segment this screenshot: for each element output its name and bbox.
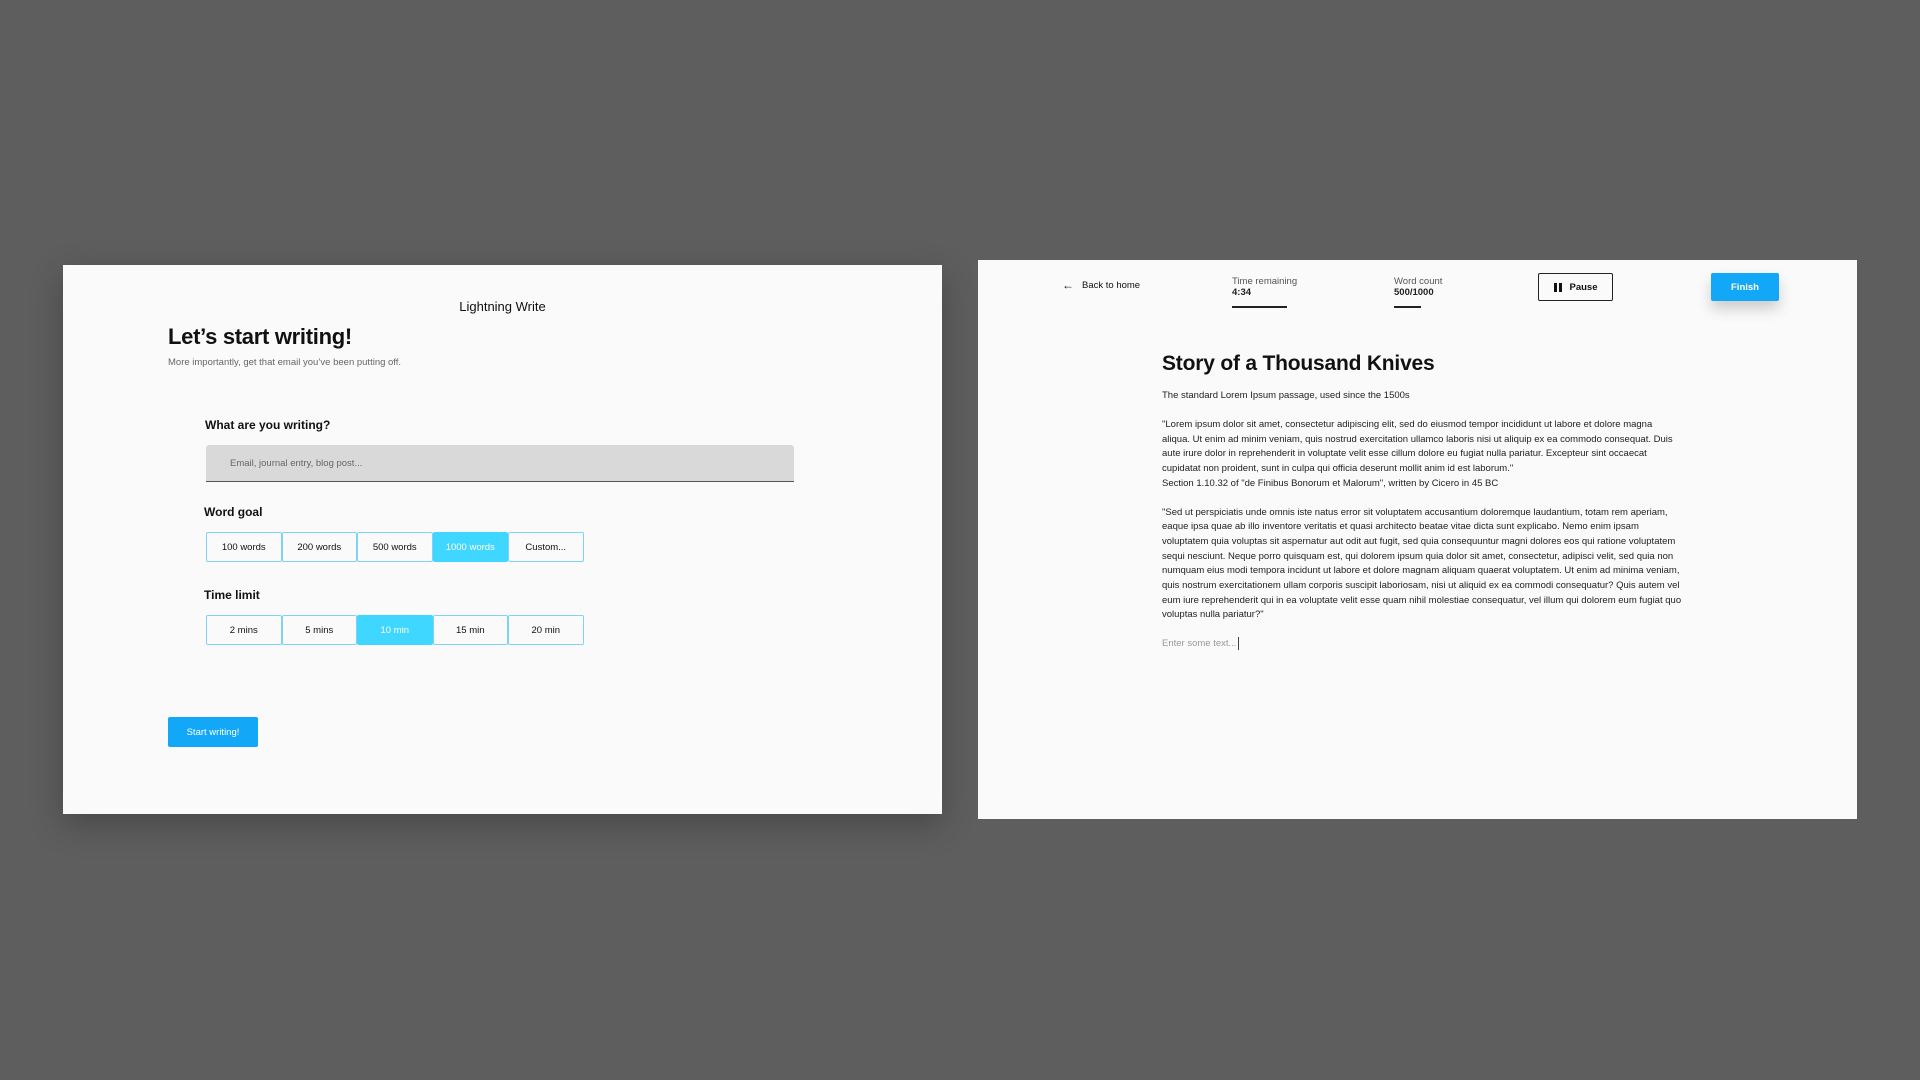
text-editor-input[interactable]: Enter some text... [1162, 637, 1682, 651]
page-heading: Let’s start writing! [168, 324, 352, 349]
writing-type-input[interactable] [206, 445, 794, 482]
back-to-home-label: Back to home [1082, 279, 1141, 291]
word-goal-option-200[interactable]: 200 words [281, 532, 357, 562]
editor-placeholder: Enter some text... [1162, 638, 1237, 650]
word-count-indicator [1394, 306, 1421, 308]
writing-type-label: What are you writing? [205, 418, 331, 432]
time-limit-option-15[interactable]: 15 min [432, 615, 508, 645]
time-limit-option-2[interactable]: 2 mins [206, 615, 282, 645]
document-subtitle: The standard Lorem Ipsum passage, used s… [1162, 390, 1410, 401]
writing-screen: ← Back to home Time remaining 4:34 Word … [978, 260, 1857, 819]
time-remaining-label: Time remaining [1232, 276, 1298, 287]
time-limit-option-10[interactable]: 10 min [357, 615, 433, 645]
pause-icon [1553, 282, 1562, 292]
back-to-home-link[interactable]: ← Back to home [1062, 278, 1140, 292]
text-caret [1238, 637, 1240, 651]
word-count-stat: Word count 500/1000 [1394, 276, 1442, 308]
word-goal-label: Word goal [204, 505, 263, 519]
time-limit-option-5[interactable]: 5 mins [281, 615, 357, 645]
pause-button[interactable]: Pause [1538, 273, 1613, 301]
document-paragraph: "Lorem ipsum dolor sit amet, consectetur… [1162, 419, 1673, 489]
arrow-left-icon: ← [1062, 278, 1074, 292]
time-remaining-indicator [1232, 306, 1287, 308]
word-goal-option-500[interactable]: 500 words [357, 532, 433, 562]
time-remaining-stat: Time remaining 4:34 [1232, 276, 1297, 308]
time-remaining-value: 4:34 [1232, 287, 1252, 298]
word-goal-option-100[interactable]: 100 words [206, 532, 282, 562]
page-subtitle: More importantly, get that email you’ve … [168, 357, 402, 368]
time-limit-option-20[interactable]: 20 min [508, 615, 584, 645]
document-paragraph: "Sed ut perspiciatis unde omnis iste nat… [1162, 506, 1682, 621]
time-limit-label: Time limit [204, 588, 260, 602]
setup-screen: Lightning Write Let’s start writing! Mor… [63, 265, 942, 814]
word-count-label: Word count [1394, 276, 1443, 287]
word-count-value: 500/1000 [1394, 287, 1434, 298]
word-goal-option-custom[interactable]: Custom... [508, 532, 584, 562]
document-title: Story of a Thousand Knives [1162, 352, 1435, 375]
time-limit-selector: 2 mins 5 mins 10 min 15 min 20 min [206, 615, 584, 645]
app-title: Lightning Write [459, 299, 546, 314]
pause-label: Pause [1569, 281, 1598, 293]
finish-button[interactable]: Finish [1711, 273, 1779, 301]
word-goal-option-1000[interactable]: 1000 words [432, 532, 508, 562]
word-goal-selector: 100 words 200 words 500 words 1000 words… [206, 532, 584, 562]
document: Story of a Thousand Knives The standard … [1162, 352, 1682, 651]
start-writing-button[interactable]: Start writing! [168, 717, 258, 747]
